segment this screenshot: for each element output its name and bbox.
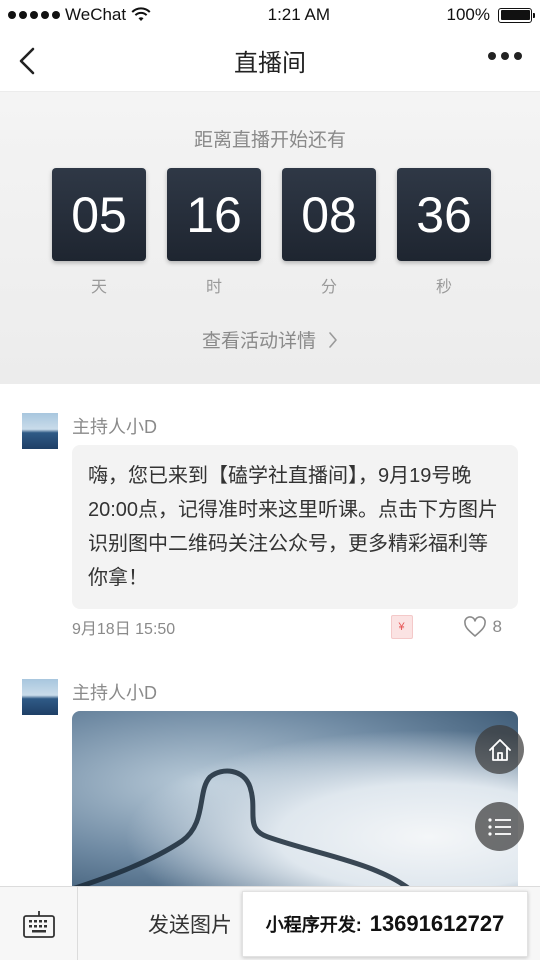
signal-icon <box>8 11 60 19</box>
sender-name: 主持人小D <box>72 417 157 437</box>
timer-hours-caption: 时 <box>205 279 222 296</box>
activity-details-link[interactable]: 查看活动详情 <box>0 326 540 353</box>
more-button[interactable] <box>488 52 522 60</box>
home-icon <box>488 738 511 761</box>
wifi-icon <box>131 7 151 21</box>
status-left: WeChat <box>8 5 151 25</box>
keyboard-icon <box>22 911 55 938</box>
timer-minutes: 08 分 <box>282 168 376 297</box>
timer-hours: 16 时 <box>167 168 261 297</box>
countdown-label: 距离直播开始还有 <box>193 130 346 151</box>
battery-fill <box>500 10 530 20</box>
clock: 1:21 AM <box>267 5 330 24</box>
sender-name: 主持人小D <box>72 683 157 703</box>
timer-seconds-value: 36 <box>397 168 491 261</box>
photo-road <box>72 768 414 891</box>
back-icon <box>19 47 35 75</box>
back-button[interactable] <box>12 44 42 78</box>
battery-percent: 100% <box>446 5 490 24</box>
heart-icon <box>463 616 486 637</box>
message-photo[interactable] <box>72 711 518 891</box>
avatar[interactable] <box>22 413 58 449</box>
timer-days-value: 05 <box>52 168 146 261</box>
send-image-button[interactable]: 发送图片 <box>148 909 232 939</box>
redpack-icon[interactable]: ¥ <box>390 615 413 639</box>
timer-days-caption: 天 <box>90 279 107 296</box>
timer-hours-value: 16 <box>167 168 261 261</box>
like-count: 8 <box>492 617 502 636</box>
activity-details-label: 查看活动详情 <box>201 331 316 352</box>
timer-minutes-value: 08 <box>282 168 376 261</box>
promo-number: 13691612727 <box>369 911 505 936</box>
promo-banner: 小程序开发: 13691612727 <box>242 891 528 957</box>
timer-minutes-caption: 分 <box>320 279 337 296</box>
keyboard-button[interactable] <box>0 887 78 960</box>
timer-seconds: 36 秒 <box>397 168 491 297</box>
countdown-timer: 05 天 16 时 08 分 36 秒 <box>52 168 491 297</box>
nav-bar: 直播间 <box>0 30 540 92</box>
status-right: 100% <box>446 5 535 25</box>
list-button[interactable] <box>475 802 524 851</box>
promo-label: 小程序开发: <box>265 915 362 935</box>
page-title: 直播间 <box>234 50 306 77</box>
battery-icon <box>498 7 535 23</box>
message-bubble: 嗨，您已来到【磕学社直播间】，9月19号晚20:00点，记得准时来这里听课。点击… <box>72 445 518 609</box>
message-meta: 9月18日 15:50 ¥ 8 <box>72 613 502 641</box>
timer-seconds-caption: 秒 <box>435 279 452 296</box>
message-time: 9月18日 15:50 <box>72 621 176 638</box>
more-icon <box>488 52 496 60</box>
list-icon <box>487 817 511 836</box>
timer-days: 05 天 <box>52 168 146 297</box>
chevron-right-icon <box>329 331 337 348</box>
countdown-panel: 距离直播开始还有 05 天 16 时 08 分 36 秒 查看活动详情 <box>0 92 540 384</box>
home-button[interactable] <box>475 725 524 774</box>
status-bar: WeChat 1:21 AM 100% <box>0 0 540 30</box>
redpack-label: ¥ <box>398 621 405 633</box>
avatar[interactable] <box>22 679 58 715</box>
carrier-label: WeChat <box>65 5 127 24</box>
like-button[interactable]: 8 <box>463 616 502 638</box>
